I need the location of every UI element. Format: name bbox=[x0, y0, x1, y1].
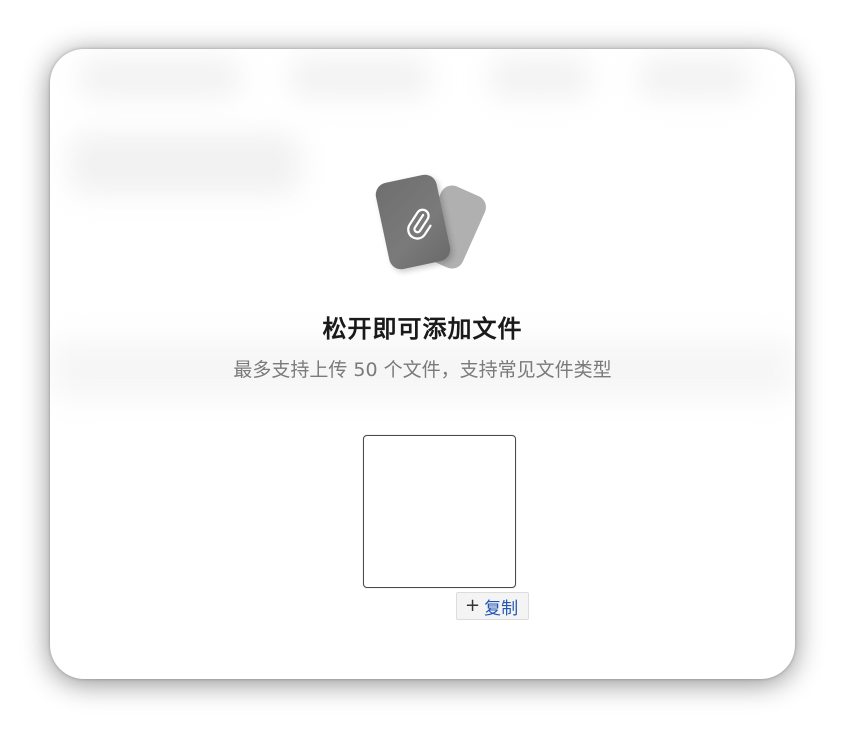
upload-illustration bbox=[370, 172, 490, 274]
plus-icon: + bbox=[465, 595, 481, 616]
drop-title: 松开即可添加文件 bbox=[322, 315, 523, 343]
drag-preview-thumbnail bbox=[363, 435, 516, 588]
drop-subtitle: 最多支持上传 50 个文件，支持常见文件类型 bbox=[233, 359, 612, 381]
paperclip-icon bbox=[407, 208, 432, 240]
copy-label: 复制 bbox=[484, 598, 519, 619]
drag-copy-badge: + 复制 bbox=[456, 592, 530, 620]
screen: 松开即可添加文件 最多支持上传 50 个文件，支持常见文件类型 + 复制 bbox=[0, 0, 845, 729]
file-card-front bbox=[373, 172, 453, 272]
